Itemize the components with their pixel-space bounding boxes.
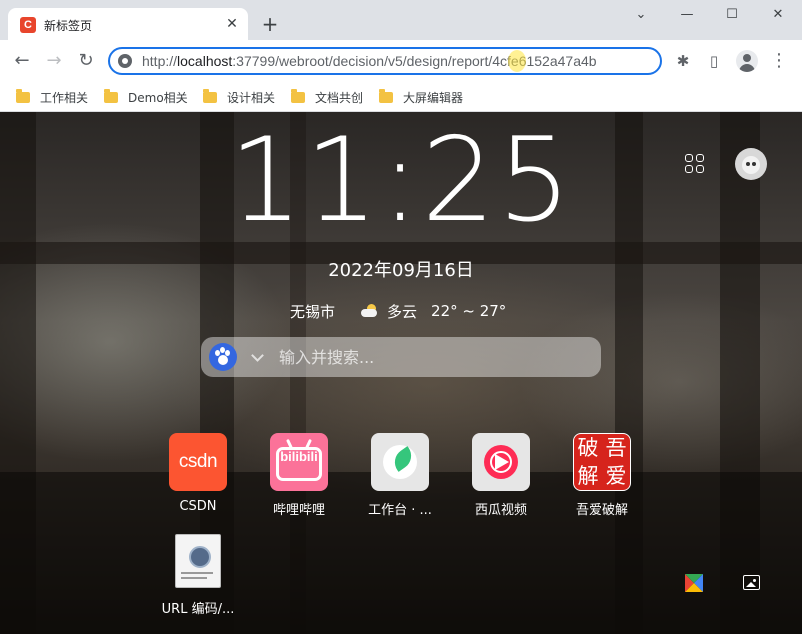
apps-grid-icon[interactable] [684,153,706,175]
csdn-logo-icon: csdn [169,433,227,491]
kebab-menu-icon[interactable]: ⋮ [768,50,790,72]
shortcut-label: 哔哩哔哩 [272,503,325,518]
bookmark-label: Demo相关 [128,90,188,105]
shortcut-label: 吾爱破解 [575,503,628,518]
puzzle-icon[interactable]: ✱ [672,50,694,72]
browser-toolbar: ← → ↻ http://localhost:37799/webroot/dec… [0,40,802,82]
bookmark-label: 文档共创 [315,90,364,105]
bookmarks-bar: 工作相关 Demo相关 设计相关 文档共创 大屏编辑器 [0,82,802,112]
maximize-button[interactable]: ☐ [717,4,747,26]
site-info-icon[interactable] [118,54,132,68]
folder-icon [203,88,217,103]
folder-icon [104,88,118,103]
search-input[interactable] [279,345,579,369]
bookmark-label: 设计相关 [227,90,276,105]
clock: 11:25 [228,113,574,248]
tab-favicon-icon: C [20,17,36,33]
address-bar[interactable]: http://localhost:37799/webroot/decision/… [108,47,662,75]
logo-char: 爱 [605,464,627,488]
url-host: localhost [177,53,233,69]
monkey-avatar-icon[interactable] [735,148,767,180]
url-path: :37799/webroot/decision/v5/design/report… [232,53,597,69]
title-bar: C 新标签页 ✕ + ⌄ — ☐ ✕ [0,0,802,40]
bilibili-logo-text: bilibili [280,449,318,464]
back-button[interactable]: ← [10,49,34,73]
forward-button[interactable]: → [42,49,66,73]
feishu-logo-icon [371,433,429,491]
bookmark-folder-screen-editor[interactable]: 大屏编辑器 [379,88,463,106]
shortcut-label: 工作台 · ... [368,503,432,518]
weather-city: 无锡市 [290,302,336,321]
bookmark-label: 大屏编辑器 [403,90,464,105]
window-close-button[interactable]: ✕ [763,4,793,26]
bookmark-folder-demo[interactable]: Demo相关 [104,88,188,106]
chevron-down-icon[interactable] [251,349,264,362]
partly-cloudy-icon [361,304,379,318]
folder-icon [379,88,393,103]
url-scheme: http:// [142,53,178,69]
tab-search-chevron-icon[interactable]: ⌄ [626,4,656,26]
shortcut-bilibili[interactable]: bilibili 哔哩哔哩 [254,433,344,523]
bilibili-logo-icon: bilibili [270,433,328,491]
xigua-play-icon [472,433,530,491]
reload-button[interactable]: ↻ [74,49,98,73]
weather-condition: 多云 [387,302,418,321]
address-url[interactable]: http://localhost:37799/webroot/decision/… [142,53,597,69]
weather-widget[interactable]: 无锡市 多云 22° ~ 27° [290,300,506,322]
profile-icon[interactable] [736,50,758,72]
logo-char: 吾 [605,436,627,460]
bookmark-folder-work[interactable]: 工作相关 [16,88,88,106]
baidu-paw-icon[interactable] [209,343,237,371]
browser-tab[interactable]: C 新标签页 ✕ [8,8,248,40]
bookmark-folder-design[interactable]: 设计相关 [203,88,275,106]
search-box[interactable] [201,337,601,377]
bookmark-folder-docs[interactable]: 文档共创 [291,88,363,106]
shortcut-url-encoder[interactable]: URL 编码/... [153,532,243,622]
52pojie-logo-icon: 破 吾 解 爱 [573,433,631,491]
tab-close-icon[interactable]: ✕ [224,16,240,32]
date-display: 2022年09月16日 [328,260,474,281]
shortcut-xigua-video[interactable]: 西瓜视频 [456,433,546,523]
web-document-icon [169,532,227,590]
folder-icon [291,88,305,103]
logo-char: 解 [577,464,599,488]
shortcut-label: CSDN [179,499,217,514]
mouse-cursor-highlight [508,50,526,72]
weather-temperature: 22° ~ 27° [431,302,507,320]
logo-char: 破 [577,436,599,460]
wallpaper-image-icon[interactable] [741,572,763,594]
bookmark-label: 工作相关 [40,90,89,105]
new-tab-button[interactable]: + [258,12,282,36]
shortcut-52pojie[interactable]: 破 吾 解 爱 吾爱破解 [557,433,647,523]
shortcut-csdn[interactable]: csdn CSDN [153,433,243,523]
shortcut-label: URL 编码/... [161,602,235,617]
minimize-button[interactable]: — [672,4,702,26]
side-panel-icon[interactable]: ▯ [703,50,725,72]
shortcut-label: 西瓜视频 [474,503,527,518]
shortcut-workbench[interactable]: 工作台 · ... [355,433,445,523]
folder-icon [16,88,30,103]
colorful-triangles-icon[interactable] [683,572,705,594]
new-tab-page: 11:25 2022年09月16日 无锡市 多云 22° ~ 27° csdn … [0,112,802,634]
tab-title: 新标签页 [44,19,93,33]
